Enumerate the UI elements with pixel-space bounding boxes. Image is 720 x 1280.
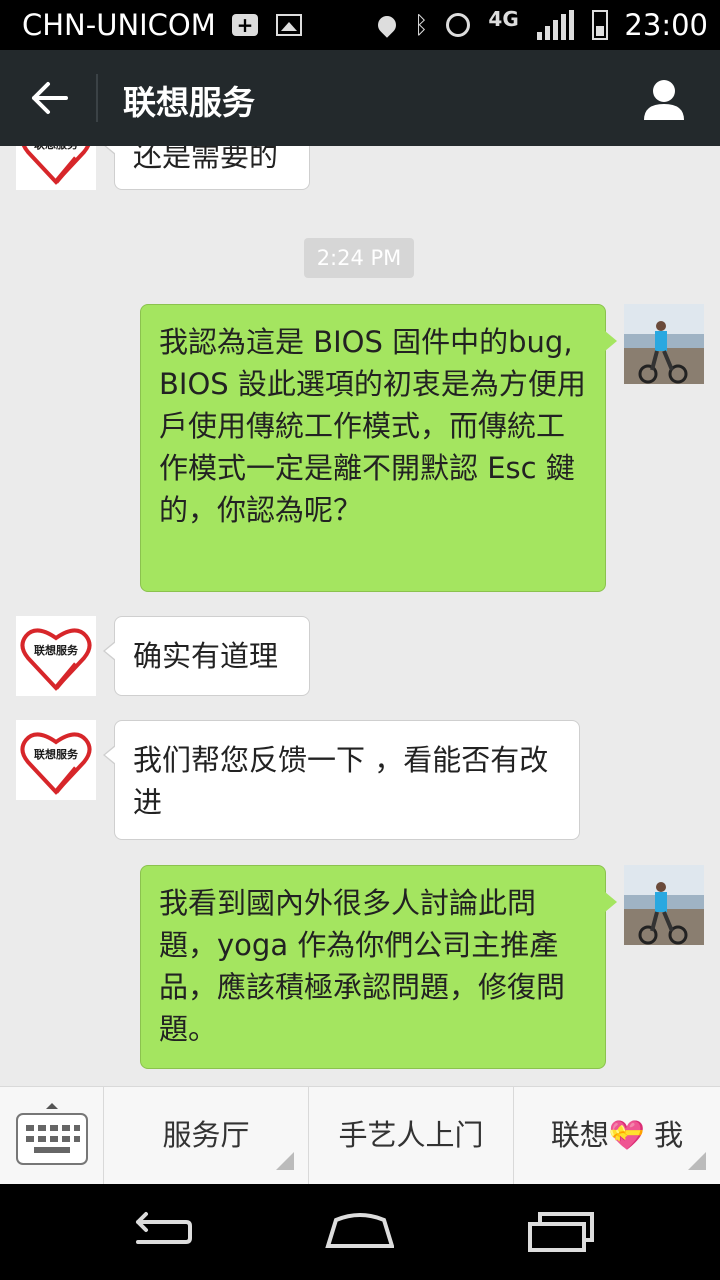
status-bar: CHN-UNICOM + ᛒ 4G 23:00: [0, 0, 720, 50]
person-icon[interactable]: [642, 78, 686, 122]
message-bubble-received[interactable]: 还是需要的: [103, 146, 310, 190]
page-title: 联想服务: [123, 83, 255, 122]
menu-item-service-hall[interactable]: 服务厅: [104, 1087, 309, 1184]
brand-avatar[interactable]: 联想服务: [16, 146, 96, 190]
keyboard-toggle-button[interactable]: [0, 1087, 104, 1184]
carrier-name: CHN-UNICOM: [22, 8, 216, 42]
battery-icon: [591, 10, 608, 40]
service-menu-bar: 服务厅 手艺人上门 联想💝 我: [0, 1086, 720, 1184]
back-nav-icon[interactable]: [124, 1206, 194, 1256]
message-timestamp: 2:24 PM: [304, 238, 414, 278]
message-bubble-sent[interactable]: 我認為這是 BIOS 固件中的bug, BIOS 設此選項的初衷是為方便用戶使用…: [140, 304, 617, 592]
message-text: 我認為這是 BIOS 固件中的bug, BIOS 設此選項的初衷是為方便用戶使用…: [159, 325, 586, 527]
keyboard-icon: [16, 1103, 88, 1165]
message-bubble-received[interactable]: 确实有道理: [103, 616, 310, 696]
chat-area[interactable]: 联想服务 还是需要的 2:24 PM 我認為這是 BIOS 固件中的bug, B…: [0, 146, 720, 1086]
user-avatar[interactable]: [624, 865, 704, 945]
location-icon: [374, 12, 400, 38]
submenu-indicator-icon: [276, 1152, 294, 1170]
plus-box-icon: +: [232, 14, 258, 36]
message-text: 我看到國內外很多人討論此問題，yoga 作為你們公司主推產品，應該積極承認問題，…: [159, 886, 566, 1046]
message-text: 还是需要的: [133, 146, 279, 173]
recents-nav-icon[interactable]: [526, 1206, 596, 1256]
brand-avatar[interactable]: 联想服务: [16, 616, 96, 696]
system-nav-bar: [0, 1184, 720, 1280]
brand-avatar[interactable]: 联想服务: [16, 720, 96, 800]
menu-item-label: 服务厅: [162, 1118, 250, 1152]
alarm-icon: [446, 13, 471, 37]
bluetooth-icon: ᛒ: [414, 11, 429, 39]
menu-item-artisan-visit[interactable]: 手艺人上门: [309, 1087, 514, 1184]
network-type: 4G: [488, 7, 519, 31]
message-text: 我们帮您反馈一下 ，看能否有改进: [133, 743, 549, 819]
menu-item-lenovo-me[interactable]: 联想💝 我: [514, 1087, 720, 1184]
brand-avatar-text: 联想服务: [34, 643, 79, 657]
user-avatar[interactable]: [624, 304, 704, 384]
brand-avatar-text: 联想服务: [34, 146, 79, 151]
message-bubble-sent[interactable]: 我看到國內外很多人討論此問題，yoga 作為你們公司主推產品，應該積極承認問題，…: [140, 865, 617, 1069]
submenu-indicator-icon: [688, 1152, 706, 1170]
title-bar: 联想服务: [0, 50, 720, 146]
clock: 23:00: [624, 8, 708, 42]
image-icon: [276, 14, 302, 36]
brand-avatar-text: 联想服务: [34, 747, 79, 761]
signal-icon: [536, 10, 574, 40]
menu-item-label: 手艺人上门: [338, 1118, 484, 1152]
menu-item-label: 联想💝 我: [550, 1118, 684, 1152]
status-icons: + ᛒ 4G: [232, 7, 608, 42]
back-arrow-icon[interactable]: [30, 78, 70, 118]
title-divider: [96, 74, 98, 122]
message-bubble-received[interactable]: 我们帮您反馈一下 ，看能否有改进: [103, 720, 580, 840]
home-nav-icon[interactable]: [324, 1206, 394, 1256]
message-text: 确实有道理: [133, 639, 279, 673]
